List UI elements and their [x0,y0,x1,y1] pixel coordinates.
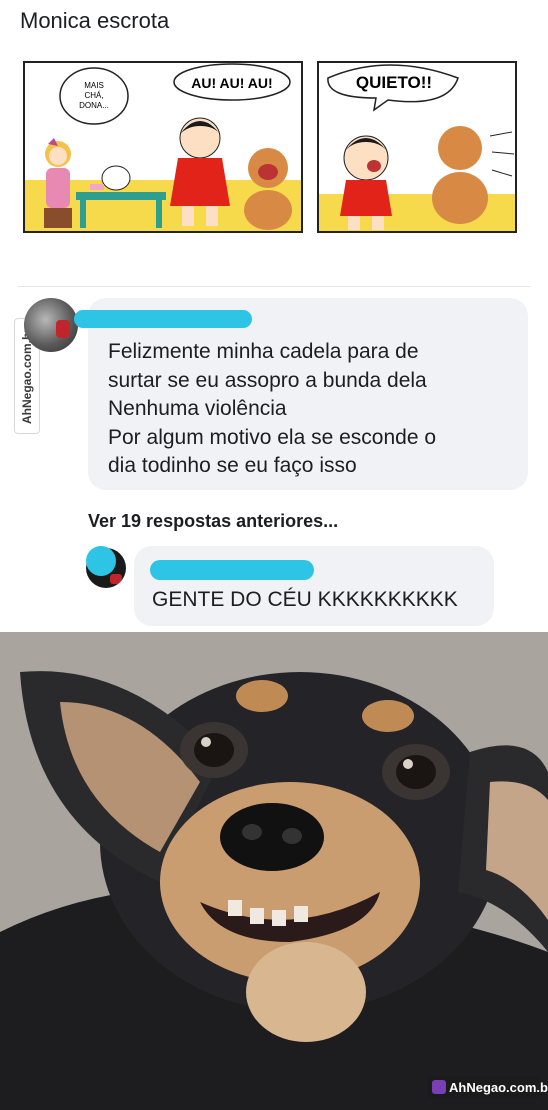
ahnegao-logo-icon [432,1080,446,1094]
reply-text: GENTE DO CÉU KKKKKKKKKK [152,588,458,611]
comment-text: Felizmente minha cadela para de surtar s… [108,338,518,481]
post-title: Monica escrota [20,8,170,33]
comic-bubble-line: CHÁ, [84,91,103,100]
comic-bubble-line: DONA... [79,101,109,110]
redacted-reply-name [150,560,314,580]
comment-line: surtar se eu assopro a bunda dela [108,368,427,392]
redacted-avatar-mark [86,546,116,576]
divider [18,286,530,287]
comic-panel-2: QUIETO!! [317,61,517,233]
comic-panel-1: MAIS CHÁ, DONA... AU! AU! AU! [23,61,303,233]
comic-quieto-text: QUIETO!! [356,73,432,92]
dog-photo [0,632,548,1110]
comment-line: dia todinho se eu faço isso [108,454,357,477]
comment-line: Nenhuma violência [108,397,287,420]
comment-line: Felizmente minha cadela para de [108,340,419,363]
view-previous-replies-link[interactable]: Ver 19 respostas anteriores... [88,511,338,532]
comic-bark-text: AU! AU! AU! [191,75,272,91]
watermark-bottom-text: AhNegao.com.br [449,1080,548,1095]
comment-line: Por algum motivo ela se esconde o [108,425,437,449]
comic-strip: MAIS CHÁ, DONA... AU! AU! AU! QUIETO!! [23,61,517,233]
watermark-bottom: AhNegao.com.br [428,1076,548,1098]
reply-bubble [134,546,494,626]
comic-bubble-line: MAIS [84,81,104,90]
redacted-name [74,310,252,328]
commenter-avatar[interactable] [24,298,78,352]
